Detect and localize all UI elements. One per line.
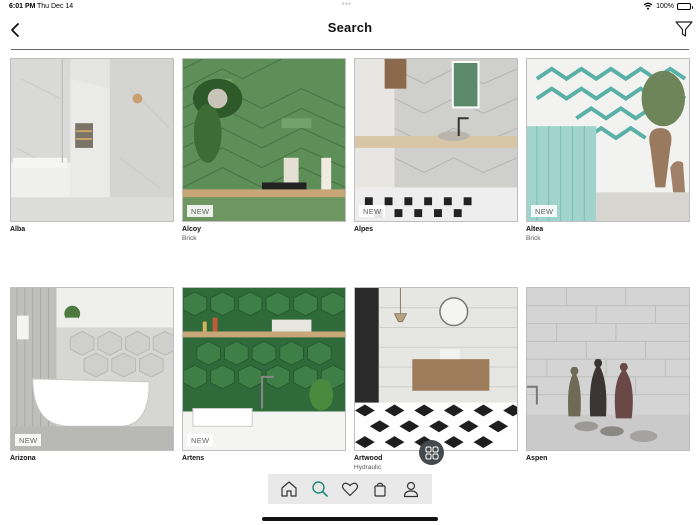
product-subtitle: Brick (526, 235, 541, 242)
new-badge: NEW (15, 434, 42, 446)
status-bar: 6:01 PM Thu Dec 14 ••• 100% (0, 0, 700, 14)
product-name: Altea (526, 226, 544, 233)
product-card-arizona[interactable]: NEW Arizona (10, 287, 174, 462)
product-name: Alcoy (182, 226, 202, 233)
product-card-aspen[interactable]: Aspen (526, 287, 690, 462)
bag-icon (374, 482, 386, 497)
header-divider (11, 49, 689, 50)
product-card-alpes[interactable]: NEW Alpes (354, 58, 518, 233)
page-title: Search (327, 20, 373, 35)
grid-icon (425, 446, 438, 459)
tab-search[interactable] (309, 478, 331, 500)
status-time: 6:01 PM (9, 3, 36, 10)
product-name: Arizona (10, 455, 36, 462)
battery-percent: 100% (656, 2, 674, 10)
product-name: Artens (182, 455, 205, 462)
tab-bar (268, 474, 432, 504)
wifi-icon (643, 2, 653, 10)
home-icon (281, 481, 297, 497)
product-card-artens[interactable]: NEW Artens (182, 287, 346, 462)
product-card-alcoy[interactable]: NEW Alcoy Brick (182, 58, 346, 242)
product-image[interactable] (354, 287, 518, 451)
new-badge: NEW (531, 205, 558, 217)
search-icon (311, 481, 328, 497)
new-badge: NEW (359, 205, 386, 217)
tab-bag[interactable] (369, 478, 391, 500)
product-name: Alba (10, 226, 26, 233)
product-image[interactable] (10, 58, 174, 222)
product-card-altea[interactable]: NEW Altea Brick (526, 58, 690, 242)
product-image[interactable] (526, 287, 690, 451)
status-date: Thu Dec 14 (37, 3, 74, 10)
multitasking-dots[interactable]: ••• (342, 2, 351, 8)
home-indicator[interactable] (262, 517, 438, 521)
product-name: Alpes (354, 226, 374, 233)
tab-home[interactable] (278, 478, 300, 500)
product-subtitle: Hydraulic (354, 464, 382, 471)
heart-icon (341, 482, 359, 497)
product-image[interactable]: NEW (182, 58, 346, 222)
product-subtitle: Brick (182, 235, 197, 242)
filter-icon[interactable] (674, 19, 694, 39)
product-image[interactable]: NEW (354, 58, 518, 222)
product-image[interactable]: NEW (10, 287, 174, 451)
product-name: Aspen (526, 455, 548, 462)
grid-view-button[interactable] (419, 440, 444, 465)
new-badge: NEW (187, 205, 214, 217)
tab-profile[interactable] (400, 478, 422, 500)
product-card-alba[interactable]: Alba (10, 58, 174, 233)
header: Search (0, 14, 700, 50)
tab-favorites[interactable] (339, 478, 361, 500)
user-icon (403, 481, 418, 498)
product-image[interactable]: NEW (526, 58, 690, 222)
battery-icon (677, 2, 693, 10)
new-badge: NEW (187, 434, 214, 446)
product-image[interactable]: NEW (182, 287, 346, 451)
